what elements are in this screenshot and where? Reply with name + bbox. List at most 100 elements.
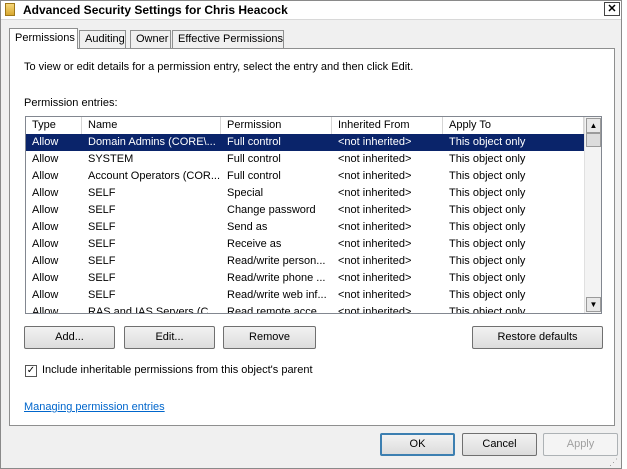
cell-apply-to: This object only <box>449 170 526 182</box>
permission-entries-list[interactable]: Type Name Permission Inherited From Appl… <box>25 116 602 314</box>
include-inheritable-checkbox[interactable]: ✓ <box>25 365 37 377</box>
scroll-down-button[interactable]: ▼ <box>586 297 601 312</box>
ok-button[interactable]: OK <box>380 433 455 456</box>
cell-type: Allow <box>32 204 59 216</box>
cell-permission: Send as <box>227 221 268 233</box>
cell-permission: Full control <box>227 153 281 165</box>
vertical-scrollbar[interactable]: ▲ ▼ <box>584 117 601 313</box>
cell-name: SELF <box>88 289 116 301</box>
cell-apply-to: This object only <box>449 238 526 250</box>
list-header: Type Name Permission Inherited From Appl… <box>26 117 584 135</box>
remove-button[interactable]: Remove <box>223 326 316 349</box>
cell-permission: Full control <box>227 136 281 148</box>
permission-entries-label: Permission entries: <box>24 97 118 109</box>
cell-name: RAS and IAS Servers (C... <box>88 306 218 314</box>
cell-type: Allow <box>32 238 59 250</box>
close-button[interactable]: ✕ <box>604 2 620 16</box>
folder-icon <box>5 3 15 16</box>
cell-permission: Read/write phone ... <box>227 272 326 284</box>
table-row[interactable]: Allow Domain Admins (CORE\... Full control… <box>26 134 584 151</box>
arrow-up-icon: ▲ <box>589 121 598 130</box>
cell-inherited-from: <not inherited> <box>338 153 412 165</box>
table-row[interactable]: Allow SELF Read/write web inf... <not inher… <box>26 287 584 304</box>
apply-button[interactable]: Apply <box>543 433 618 456</box>
cell-inherited-from: <not inherited> <box>338 136 412 148</box>
cell-apply-to: This object only <box>449 153 526 165</box>
title-bar[interactable]: Advanced Security Settings for Chris Hea… <box>1 1 621 20</box>
cell-apply-to: This object only <box>449 204 526 216</box>
column-header-type[interactable]: Type <box>26 117 82 134</box>
cell-inherited-from: <not inherited> <box>338 255 412 267</box>
tab-effective-permissions[interactable]: Effective Permissions <box>172 30 284 48</box>
table-row[interactable]: Allow SYSTEM Full control <not inherited> Th… <box>26 151 584 168</box>
cell-type: Allow <box>32 136 59 148</box>
cell-type: Allow <box>32 272 59 284</box>
cell-permission: Read/write person... <box>227 255 326 267</box>
security-settings-window: Advanced Security Settings for Chris Hea… <box>0 0 622 469</box>
cell-apply-to: This object only <box>449 289 526 301</box>
column-header-apply-to[interactable]: Apply To <box>443 117 584 134</box>
cell-apply-to: This object only <box>449 255 526 267</box>
table-row[interactable]: Allow RAS and IAS Servers (C... Read remot… <box>26 304 584 314</box>
column-header-permission[interactable]: Permission <box>221 117 332 134</box>
table-row[interactable]: Allow SELF Receive as <not inherited> This o… <box>26 236 584 253</box>
cell-inherited-from: <not inherited> <box>338 204 412 216</box>
close-icon: ✕ <box>607 3 617 15</box>
cell-type: Allow <box>32 170 59 182</box>
add-button[interactable]: Add... <box>24 326 115 349</box>
cell-permission: Special <box>227 187 264 199</box>
cell-apply-to: This object only <box>449 136 526 148</box>
tab-auditing[interactable]: Auditing <box>79 30 126 48</box>
managing-permission-entries-link[interactable]: Managing permission entries <box>24 401 165 413</box>
cell-inherited-from: <not inherited> <box>338 170 412 182</box>
tab-permissions[interactable]: Permissions <box>9 28 78 49</box>
column-header-name[interactable]: Name <box>82 117 221 134</box>
tab-owner[interactable]: Owner <box>130 30 171 48</box>
cell-inherited-from: <not inherited> <box>338 272 412 284</box>
table-row[interactable]: Allow SELF Read/write phone ... <not inheri… <box>26 270 584 287</box>
cell-name: SYSTEM <box>88 153 134 165</box>
cell-inherited-from: <not inherited> <box>338 187 412 199</box>
table-row[interactable]: Allow Account Operators (COR... Full contr… <box>26 168 584 185</box>
cell-inherited-from: <not inherited> <box>338 289 412 301</box>
include-inheritable-label[interactable]: Include inheritable permissions from thi… <box>42 364 313 376</box>
cell-type: Allow <box>32 221 59 233</box>
cell-permission: Change password <box>227 204 316 216</box>
cell-type: Allow <box>32 187 59 199</box>
table-row[interactable]: Allow SELF Read/write person... <not inheri… <box>26 253 584 270</box>
cell-inherited-from: <not inherited> <box>338 306 412 314</box>
table-row[interactable]: Allow SELF Special <not inherited> This obje… <box>26 185 584 202</box>
cell-permission: Read/write web inf... <box>227 289 327 301</box>
arrow-down-icon: ▼ <box>589 300 598 309</box>
cell-inherited-from: <not inherited> <box>338 221 412 233</box>
cell-name: SELF <box>88 255 116 267</box>
edit-button[interactable]: Edit... <box>124 326 215 349</box>
cell-type: Allow <box>32 306 59 314</box>
scroll-up-button[interactable]: ▲ <box>586 118 601 133</box>
table-row[interactable]: Allow SELF Send as <not inherited> This obje… <box>26 219 584 236</box>
cell-permission: Full control <box>227 170 281 182</box>
cell-inherited-from: <not inherited> <box>338 238 412 250</box>
scroll-thumb[interactable] <box>586 133 601 147</box>
cancel-button[interactable]: Cancel <box>462 433 537 456</box>
cell-permission: Receive as <box>227 238 282 250</box>
restore-defaults-button[interactable]: Restore defaults <box>472 326 603 349</box>
cell-name: Domain Admins (CORE\... <box>88 136 216 148</box>
table-row[interactable]: Allow SELF Change password <not inherited> T… <box>26 202 584 219</box>
cell-apply-to: This object only <box>449 187 526 199</box>
cell-type: Allow <box>32 153 59 165</box>
cell-name: SELF <box>88 238 116 250</box>
cell-apply-to: This object only <box>449 306 526 314</box>
cell-type: Allow <box>32 255 59 267</box>
window-title: Advanced Security Settings for Chris Hea… <box>23 3 288 17</box>
cell-name: Account Operators (COR... <box>88 170 221 182</box>
resize-grip[interactable]: ⋰ <box>609 456 621 468</box>
cell-name: SELF <box>88 204 116 216</box>
instruction-text: To view or edit details for a permission… <box>24 61 414 73</box>
column-header-inherited-from[interactable]: Inherited From <box>332 117 443 134</box>
cell-permission: Read remote acce... <box>227 306 327 314</box>
cell-type: Allow <box>32 289 59 301</box>
cell-name: SELF <box>88 221 116 233</box>
cell-name: SELF <box>88 272 116 284</box>
check-icon: ✓ <box>26 365 36 376</box>
